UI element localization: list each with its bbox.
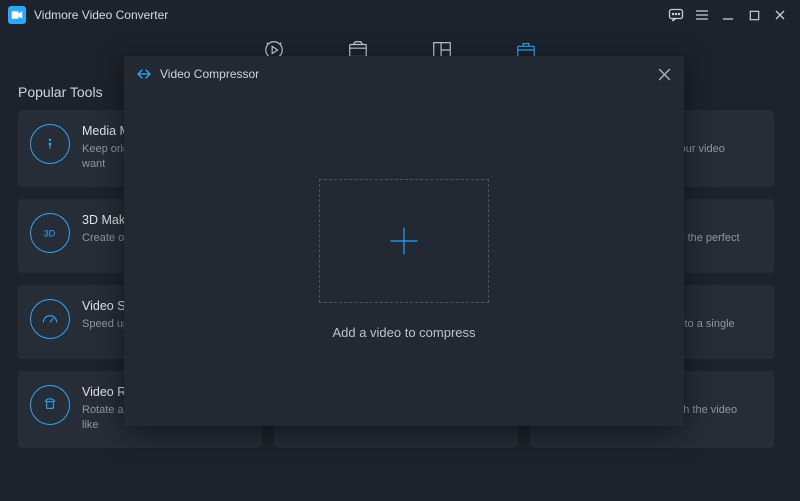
speedometer-icon (30, 299, 70, 339)
dialog-title: Video Compressor (160, 67, 657, 81)
app-logo-icon (8, 6, 26, 24)
dialog-body: Add a video to compress (124, 92, 684, 426)
dropzone-label: Add a video to compress (332, 325, 475, 340)
rotate-icon (30, 385, 70, 425)
maximize-button[interactable] (744, 5, 764, 25)
app-title: Vidmore Video Converter (34, 8, 168, 22)
title-bar: Vidmore Video Converter (0, 0, 800, 30)
minimize-button[interactable] (718, 5, 738, 25)
svg-text:3D: 3D (44, 228, 56, 238)
feedback-button[interactable] (666, 5, 686, 25)
dialog-close-button[interactable] (657, 67, 672, 82)
info-icon (30, 124, 70, 164)
add-video-dropzone[interactable] (319, 179, 489, 303)
close-button[interactable] (770, 5, 790, 25)
compress-icon (136, 66, 152, 82)
menu-button[interactable] (692, 5, 712, 25)
dialog-header: Video Compressor (124, 56, 684, 92)
video-compressor-dialog: Video Compressor Add a video to compress (124, 56, 684, 426)
3d-icon: 3D (30, 213, 70, 253)
